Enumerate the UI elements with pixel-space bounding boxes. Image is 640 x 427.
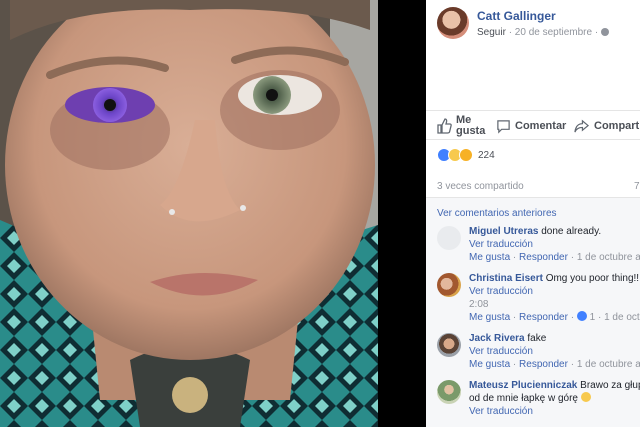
post-meta: Seguir · 20 de septiembre · [477, 27, 609, 38]
comment-date[interactable]: 1 de octubre a l [577, 252, 640, 263]
commenter-name[interactable]: Mateusz Plucienniczak [469, 380, 577, 391]
comment-date[interactable]: 1 de oct [604, 312, 640, 323]
face-photo-illustration [0, 0, 378, 427]
like-label-line2: gusta [456, 125, 486, 137]
post-side-panel: Catt Gallinger Seguir · 20 de septiembre… [426, 0, 640, 427]
view-previous-comments-link[interactable]: Ver comentarios anteriores [437, 208, 557, 219]
share-icon [574, 119, 590, 132]
smiley-emoji-icon [580, 392, 591, 402]
comment-reply-link[interactable]: Responder [519, 252, 568, 263]
action-bar: Me gusta Comentar Compart [426, 110, 640, 140]
comments-section: Ver comentarios anteriores Miguel Utrera… [426, 197, 640, 427]
comment-body: Christina Eisert Omg you poor thing!! Ve… [469, 272, 640, 324]
share-count-right: 7 [634, 181, 640, 192]
see-translation-link[interactable]: Ver traducción [469, 238, 640, 251]
commenter-avatar[interactable] [437, 380, 461, 404]
comment-text: fake [527, 333, 547, 344]
post-date[interactable]: 20 de septiembre [515, 27, 592, 38]
see-translation-link[interactable]: Ver traducción [469, 345, 640, 358]
see-translation-link[interactable]: Ver traducción [469, 405, 640, 418]
reactions-summary[interactable]: 224 [437, 148, 495, 162]
comment-like-link[interactable]: Me gusta [469, 252, 510, 263]
like-button[interactable]: Me gusta [436, 113, 486, 139]
post-photo[interactable] [0, 0, 378, 427]
comment-reply-link[interactable]: Responder [519, 312, 568, 323]
comment-footer: Me gusta · Responder · 1 de octubre a l [469, 251, 640, 264]
comment-text: Omg you poor thing!! [545, 273, 640, 284]
comment-icon [497, 119, 510, 134]
haha-reaction-icon [459, 148, 473, 162]
comment-body: Mateusz Plucienniczak Brawo za głupi od … [469, 379, 640, 418]
comment-footer: Me gusta · Responder · 1 · 1 de oct [469, 311, 640, 323]
comment-text-line2-content: od de mnie łapkę w górę [469, 393, 578, 404]
comment-text: done already. [541, 226, 602, 237]
comment-date[interactable]: 1 de octubre a l [577, 359, 640, 370]
like-count-icon [576, 311, 587, 321]
comment-like-link[interactable]: Me gusta [469, 312, 510, 323]
commenter-name[interactable]: Christina Eisert [469, 273, 543, 284]
author-name[interactable]: Catt Gallinger [477, 9, 556, 23]
comment-like-link[interactable]: Me gusta [469, 359, 510, 370]
thumbs-up-icon [437, 118, 452, 134]
commenter-avatar[interactable] [437, 226, 461, 250]
commenter-avatar[interactable] [437, 273, 461, 297]
comment-text-line2: od de mnie łapkę w górę [469, 392, 640, 405]
commenter-name[interactable]: Jack Rivera [469, 333, 525, 344]
comment-button[interactable]: Comentar [496, 113, 566, 139]
see-translation-link[interactable]: Ver traducción [469, 285, 640, 298]
follow-link[interactable]: Seguir [477, 27, 506, 38]
comment-body: Miguel Utreras done already. Ver traducc… [469, 225, 640, 264]
commenter-name[interactable]: Miguel Utreras [469, 226, 538, 237]
globe-icon [600, 28, 609, 36]
commenter-avatar[interactable] [437, 333, 461, 357]
author-avatar[interactable] [437, 7, 469, 39]
comment-time: 2:08 [469, 299, 489, 310]
share-count[interactable]: 3 veces compartido [437, 181, 524, 192]
comment-text: Brawo za głupi [580, 380, 640, 391]
share-button[interactable]: Compart [573, 113, 639, 139]
comment-reply-link[interactable]: Responder [519, 359, 568, 370]
post-header: Catt Gallinger Seguir · 20 de septiembre… [426, 0, 640, 110]
comment-label: Comentar [515, 120, 567, 132]
like-label: Me gusta [456, 115, 486, 137]
share-label: Compart [594, 120, 640, 132]
reaction-count: 224 [478, 149, 495, 161]
comment-body: Jack Rivera fake Ver traducción Me gusta… [469, 332, 640, 371]
photo-gap [378, 0, 426, 427]
comment-footer: Me gusta · Responder · 1 de octubre a l [469, 358, 640, 371]
